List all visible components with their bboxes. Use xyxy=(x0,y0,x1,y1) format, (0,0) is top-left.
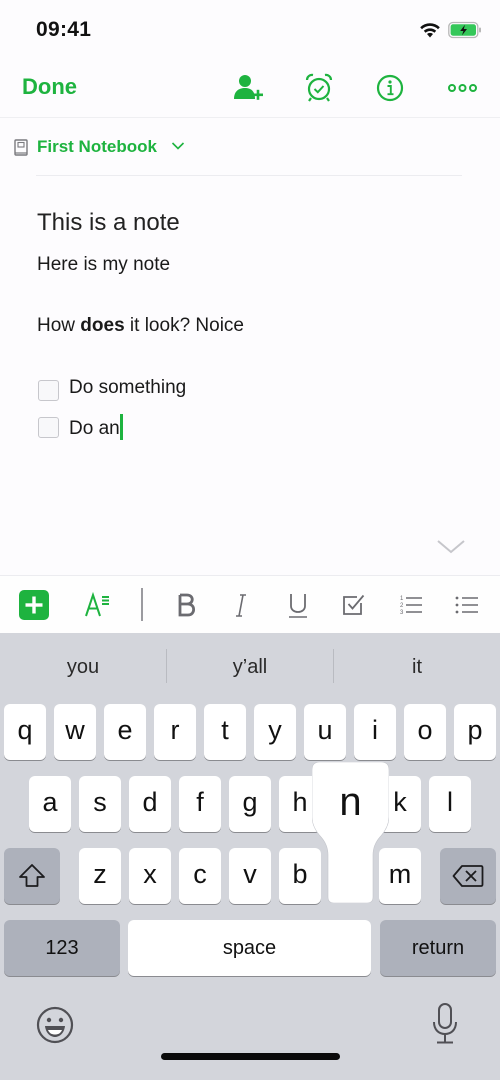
backspace-icon xyxy=(452,865,484,887)
bold-text-run: does xyxy=(80,315,125,336)
suggestion[interactable]: you xyxy=(0,647,166,687)
key[interactable]: c xyxy=(179,848,221,904)
popup-key-label: n xyxy=(339,780,361,824)
checkbox[interactable] xyxy=(38,380,59,401)
notebook-name[interactable]: First Notebook xyxy=(37,137,157,157)
divider xyxy=(36,175,462,176)
numbered-list-icon: 1 2 3 xyxy=(400,596,422,616)
text-run: How xyxy=(37,315,81,336)
space-key[interactable]: space xyxy=(128,920,371,976)
key[interactable]: e xyxy=(104,704,146,760)
key[interactable]: u xyxy=(304,704,346,760)
key[interactable]: g xyxy=(229,776,271,832)
format-toolbar: 1 2 3 xyxy=(0,575,500,633)
shift-icon xyxy=(19,864,45,887)
shift-key[interactable] xyxy=(4,848,60,904)
checklist-item-text[interactable]: Do something xyxy=(69,377,186,399)
italic-icon xyxy=(236,594,246,617)
key[interactable]: w xyxy=(54,704,96,760)
bulleted-list-button[interactable] xyxy=(450,590,482,620)
battery-charging-icon xyxy=(448,21,481,39)
toolbar-separator xyxy=(141,588,143,621)
key[interactable]: i xyxy=(354,704,396,760)
suggestion[interactable]: it xyxy=(334,647,500,687)
key[interactable]: s xyxy=(79,776,121,832)
key[interactable]: f xyxy=(179,776,221,832)
checklist-item: Do something xyxy=(37,377,337,403)
return-key[interactable]: return xyxy=(380,920,496,976)
status-time: 09:41 xyxy=(36,18,92,41)
key[interactable]: d xyxy=(129,776,171,832)
svg-text:3: 3 xyxy=(400,610,404,616)
emoji-icon[interactable] xyxy=(36,1006,74,1044)
checklist-item-text-value: Do an xyxy=(69,418,120,439)
checklist-item-text[interactable]: Do an xyxy=(69,414,123,440)
note-line[interactable]: How does it look? Noice xyxy=(37,315,244,337)
notebook-icon xyxy=(14,139,28,156)
note-nav-bar: Done xyxy=(0,60,500,118)
svg-text:1: 1 xyxy=(400,596,404,602)
text-style-button[interactable] xyxy=(82,590,114,620)
chevron-down-icon[interactable] xyxy=(171,141,185,151)
text-style-icon xyxy=(85,591,109,617)
alarm-icon[interactable] xyxy=(302,72,336,104)
add-user-icon[interactable] xyxy=(231,72,265,104)
bold-icon xyxy=(178,593,196,617)
note-line[interactable]: Here is my note xyxy=(37,254,170,276)
underline-button[interactable] xyxy=(282,590,314,620)
done-button[interactable]: Done xyxy=(22,74,77,100)
key[interactable]: v xyxy=(229,848,271,904)
key[interactable]: r xyxy=(154,704,196,760)
numbers-key[interactable]: 123 xyxy=(4,920,120,976)
key[interactable]: q xyxy=(4,704,46,760)
plus-icon xyxy=(19,590,49,620)
numbered-list-button[interactable]: 1 2 3 xyxy=(395,590,427,620)
insert-button[interactable] xyxy=(18,590,50,620)
checklist-item: Do an xyxy=(37,414,337,440)
home-indicator[interactable] xyxy=(161,1053,340,1060)
microphone-icon[interactable] xyxy=(430,1002,460,1046)
checkbox-icon xyxy=(343,594,365,615)
text-cursor xyxy=(119,414,123,440)
key[interactable]: x xyxy=(129,848,171,904)
checkbox-button[interactable] xyxy=(338,590,370,620)
bulleted-list-icon xyxy=(455,596,478,614)
key[interactable]: p xyxy=(454,704,496,760)
checkbox[interactable] xyxy=(38,417,59,438)
svg-text:2: 2 xyxy=(400,603,404,609)
note-title[interactable]: This is a note xyxy=(37,209,180,237)
text-run: it look? Noice xyxy=(124,315,244,336)
italic-button[interactable] xyxy=(225,590,257,620)
wifi-icon xyxy=(420,23,440,38)
key[interactable]: a xyxy=(29,776,71,832)
keyboard: you y’all it q w e r t y u i o p a s d f… xyxy=(0,633,500,1080)
hide-keyboard-chevron-icon[interactable] xyxy=(436,539,466,555)
key[interactable]: z xyxy=(79,848,121,904)
key-popup-n[interactable]: n xyxy=(312,762,389,903)
key[interactable]: l xyxy=(429,776,471,832)
info-icon[interactable] xyxy=(373,72,407,104)
key[interactable]: t xyxy=(204,704,246,760)
key[interactable]: o xyxy=(404,704,446,760)
more-icon[interactable] xyxy=(446,72,480,104)
notebook-selector[interactable]: First Notebook xyxy=(0,130,500,166)
suggestion[interactable]: y’all xyxy=(167,647,333,687)
delete-key[interactable] xyxy=(440,848,496,904)
key[interactable]: y xyxy=(254,704,296,760)
bold-button[interactable] xyxy=(170,590,202,620)
underline-icon xyxy=(289,594,307,618)
status-bar: 09:41 xyxy=(0,0,500,60)
